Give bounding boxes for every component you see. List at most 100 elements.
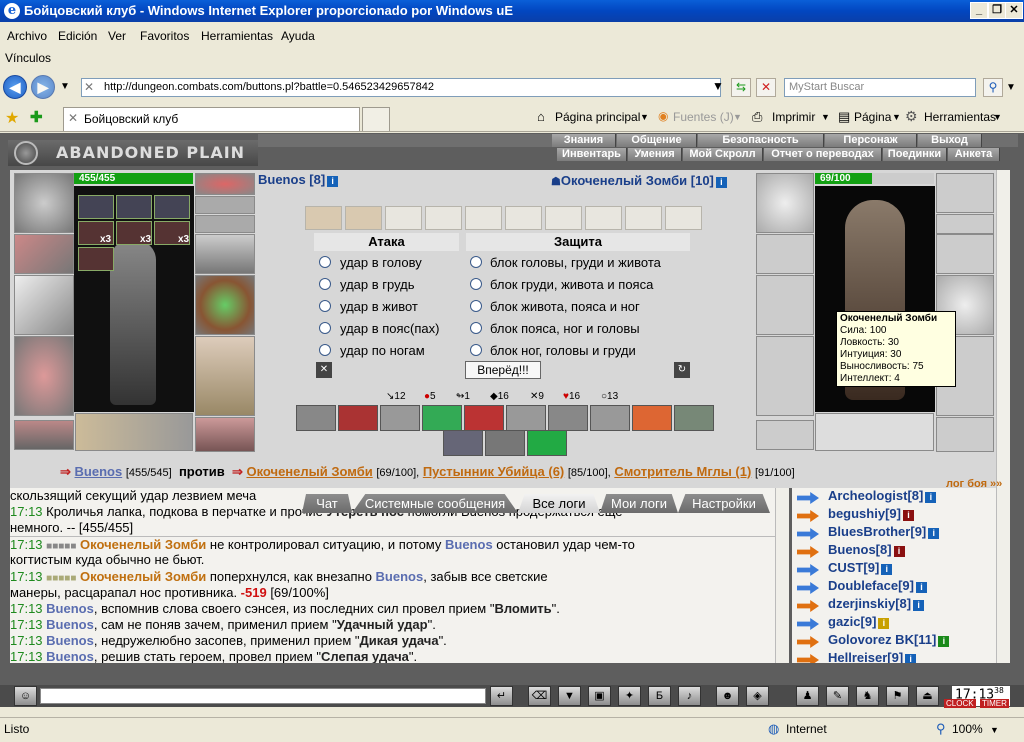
skill-icon-7[interactable] bbox=[548, 405, 588, 431]
menu-ver[interactable]: Ver bbox=[108, 29, 126, 43]
room-icon-3[interactable]: ♞ bbox=[856, 686, 879, 706]
skill-icon-13[interactable] bbox=[527, 430, 567, 456]
user-4-name[interactable]: CUST bbox=[828, 560, 863, 575]
maximize-button[interactable]: ❐ bbox=[988, 2, 1006, 19]
emoji-icon[interactable]: ☻ bbox=[716, 686, 739, 706]
filter-icon[interactable]: ▼ bbox=[558, 686, 581, 706]
helmet-slot[interactable] bbox=[14, 173, 74, 233]
block-radio-5[interactable] bbox=[470, 344, 482, 356]
vs-enemy-1[interactable]: Окоченелый Зомби bbox=[246, 464, 372, 479]
address-dropdown-icon[interactable]: ▼ bbox=[708, 78, 728, 97]
chat-3-buenos[interactable]: Buenos bbox=[445, 537, 493, 552]
belt-item-1[interactable] bbox=[78, 195, 114, 219]
user-2[interactable]: BluesBrother[9] i bbox=[828, 524, 940, 539]
tab-combats[interactable]: Бойцовский клуб bbox=[63, 107, 360, 131]
address-input[interactable]: http://dungeon.combats.com/buttons.pl?ba… bbox=[81, 78, 721, 97]
tab-system[interactable]: Системные сообщения bbox=[352, 494, 518, 513]
chat-input[interactable] bbox=[40, 688, 486, 704]
scroll-slot-8[interactable] bbox=[585, 206, 622, 230]
block-radio-2[interactable] bbox=[470, 278, 482, 290]
user-5-info-icon[interactable]: i bbox=[915, 582, 927, 593]
search-dropdown-icon[interactable]: ▼ bbox=[1006, 82, 1016, 93]
user-9-name[interactable]: Hellreiser bbox=[828, 650, 887, 663]
user-6[interactable]: dzerjinskiy[8] i bbox=[828, 596, 925, 611]
nav-vyhod[interactable]: Выход bbox=[918, 134, 982, 147]
menu-herramientas[interactable]: Herramientas bbox=[201, 29, 273, 43]
home-icon[interactable]: ⌂ bbox=[537, 109, 545, 124]
print-dropdown-icon[interactable]: ▼ bbox=[821, 112, 830, 122]
attack-radio-legs[interactable] bbox=[319, 344, 331, 356]
sound-icon[interactable]: ♪ bbox=[678, 686, 701, 706]
tab-all-logs[interactable]: Все логи bbox=[518, 494, 600, 513]
tab-my-logs[interactable]: Мои логи bbox=[600, 494, 678, 513]
nav-bezopasnost[interactable]: Безопасность bbox=[698, 134, 824, 147]
history-dropdown-icon[interactable]: ▼ bbox=[60, 81, 70, 92]
exit-icon[interactable]: ⏏ bbox=[916, 686, 939, 706]
chat-7-buenos[interactable]: Buenos bbox=[46, 601, 94, 616]
boots-slot[interactable] bbox=[195, 417, 255, 452]
amulet-slot[interactable] bbox=[195, 196, 255, 214]
new-tab-button[interactable] bbox=[362, 107, 390, 131]
chat-3-zombie[interactable]: Окоченелый Зомби bbox=[80, 537, 206, 552]
user-2-info-icon[interactable]: i bbox=[928, 528, 940, 539]
favorites-star-icon[interactable]: ★ bbox=[5, 108, 19, 128]
enemy-earrings-slot[interactable] bbox=[936, 173, 994, 213]
scroll-slot-10[interactable] bbox=[665, 206, 702, 230]
user-9[interactable]: Hellreiser[9] i bbox=[828, 650, 917, 663]
scroll-slots[interactable] bbox=[75, 413, 193, 451]
attack-radio-belly[interactable] bbox=[319, 300, 331, 312]
skill-icon-10[interactable] bbox=[674, 405, 714, 431]
block-label-1[interactable]: блок головы, груди и живота bbox=[490, 255, 661, 270]
skill-icon-4[interactable] bbox=[422, 405, 462, 431]
user-4[interactable]: CUST[9] i bbox=[828, 560, 893, 575]
user-5-name[interactable]: Doubleface bbox=[828, 578, 898, 593]
skill-icon-12[interactable] bbox=[485, 430, 525, 456]
vs-player-link[interactable]: Buenos bbox=[75, 464, 123, 479]
user-0-arrow-icon[interactable] bbox=[797, 492, 819, 504]
nav-inventar[interactable]: Инвентарь bbox=[557, 148, 627, 161]
block-radio-1[interactable] bbox=[470, 256, 482, 268]
enemy-armor-slot[interactable] bbox=[756, 336, 814, 416]
refresh-icon[interactable]: ⇆ bbox=[731, 78, 751, 97]
minimize-button[interactable]: _ bbox=[970, 2, 988, 19]
player-name-text[interactable]: Buenos [8] bbox=[258, 172, 325, 187]
user-8-arrow-icon[interactable] bbox=[797, 636, 819, 648]
player-info-icon[interactable]: i bbox=[327, 176, 339, 187]
user-2-arrow-icon[interactable] bbox=[797, 528, 819, 540]
belt-slot[interactable] bbox=[14, 420, 74, 450]
scroll-slot-9[interactable] bbox=[625, 206, 662, 230]
chat-5-zombie[interactable]: Окоченелый Зомби bbox=[80, 569, 206, 584]
smile-face-icon[interactable]: ☺ bbox=[14, 686, 37, 706]
nav-moy-scroll[interactable]: Мой Скролл bbox=[683, 148, 763, 161]
page-dropdown-icon[interactable]: ▼ bbox=[892, 112, 901, 122]
enemy-gloves-slot[interactable] bbox=[936, 234, 994, 274]
user-0-name[interactable]: Archeologist bbox=[828, 488, 907, 503]
attack-radio-groin[interactable] bbox=[319, 322, 331, 334]
block-radio-3[interactable] bbox=[470, 300, 482, 312]
room-icon-4[interactable]: ⚑ bbox=[886, 686, 909, 706]
skill-icon-2[interactable] bbox=[338, 405, 378, 431]
dance-icon[interactable]: ✦ bbox=[618, 686, 641, 706]
radio-icon[interactable]: ◈ bbox=[746, 686, 769, 706]
user-3-name[interactable]: Buenos bbox=[828, 542, 876, 557]
attack-chest-label[interactable]: удар в грудь bbox=[340, 277, 415, 292]
vs-enemy-3[interactable]: Смотритель Мглы (1) bbox=[614, 464, 751, 479]
user-5-arrow-icon[interactable] bbox=[797, 582, 819, 594]
attack-legs-label[interactable]: удар по ногам bbox=[340, 343, 425, 358]
clear-icon[interactable]: ⌫ bbox=[528, 686, 551, 706]
user-6-name[interactable]: dzerjinskiy bbox=[828, 596, 895, 611]
home-dropdown-icon[interactable]: ▼ bbox=[640, 112, 649, 122]
enemy-bracers-slot[interactable] bbox=[756, 234, 814, 274]
enemy-belt-slot[interactable] bbox=[756, 420, 814, 450]
forward-button[interactable]: ▶ bbox=[31, 75, 55, 99]
enemy-helmet-slot[interactable] bbox=[756, 173, 814, 233]
feeds-icon[interactable]: ◉ bbox=[658, 109, 668, 123]
page-menu-icon[interactable]: ▤ bbox=[838, 109, 850, 125]
print-button[interactable]: Imprimir bbox=[772, 110, 815, 124]
vs-enemy-2[interactable]: Пустынник Убийца (6) bbox=[423, 464, 564, 479]
forward-attack-button[interactable]: Вперёд!!! bbox=[465, 361, 541, 379]
stop-icon[interactable]: ✕ bbox=[756, 78, 776, 97]
scroll-slot-2[interactable] bbox=[345, 206, 382, 230]
scroll-slot-3[interactable] bbox=[385, 206, 422, 230]
user-3[interactable]: Buenos[8] i bbox=[828, 542, 905, 557]
